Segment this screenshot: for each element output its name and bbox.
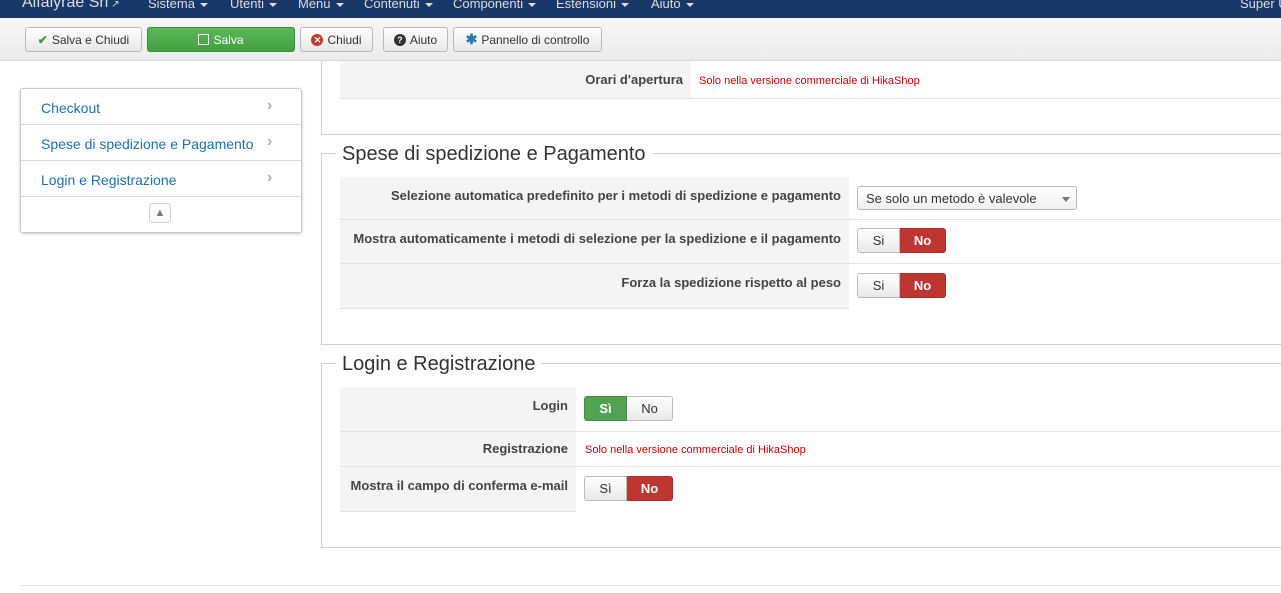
row-divider	[576, 466, 1281, 467]
menu-label: Sistema	[148, 0, 195, 11]
force-weight-yes-button[interactable]: Si	[857, 273, 900, 298]
menu-utenti[interactable]: Utenti	[230, 0, 277, 11]
opening-hours-label-cell: Orari d'apertura	[340, 61, 691, 99]
show-methods-label-cell: Mostra automaticamente i metodi di selez…	[340, 220, 849, 264]
site-brand-label: Alfalyrae Srl	[22, 0, 109, 11]
menu-contenuti[interactable]: Contenuti	[364, 0, 433, 11]
auto-select-label: Selezione automatica predefinito per i m…	[390, 188, 841, 203]
close-circle-icon: ✕	[311, 33, 324, 46]
asterisk-icon: ✱	[465, 31, 478, 47]
caret-down-icon	[620, 2, 629, 7]
commercial-only-note: Solo nella versione commerciale di HikaS…	[585, 444, 806, 456]
caret-down-icon	[528, 2, 537, 7]
dropdown-value: Se solo un metodo è valevole	[866, 191, 1037, 206]
action-toolbar: ✔ Salva e Chiudi Salva ✕ Chiudi ? Aiuto …	[0, 18, 1281, 61]
check-icon: ✔	[37, 32, 48, 47]
row-divider	[849, 219, 1281, 220]
confirm-email-yes-button[interactable]: Sì	[584, 476, 627, 501]
help-label: Aiuto	[409, 32, 438, 47]
section-sidebar: Checkout › Spese di spedizione e Pagamen…	[20, 88, 302, 233]
save-close-button[interactable]: ✔ Salva e Chiudi	[25, 27, 142, 52]
sidebar-collapse-button[interactable]: ▲	[149, 203, 171, 223]
row-divider	[691, 98, 1281, 99]
help-button[interactable]: ? Aiuto	[383, 27, 448, 52]
confirm-email-toggle: Sì No	[584, 476, 673, 501]
menu-aiuto[interactable]: Aiuto	[651, 0, 694, 11]
caret-down-icon	[199, 2, 208, 7]
opening-hours-label: Orari d'apertura	[585, 72, 683, 87]
sidebar-item-label: Spese di spedizione e Pagamento	[41, 136, 254, 152]
show-methods-yes-button[interactable]: Si	[857, 228, 900, 253]
save-button[interactable]: Salva	[147, 27, 295, 52]
force-weight-label-cell: Forza la spedizione rispetto al peso	[340, 264, 849, 309]
caret-down-icon	[685, 2, 694, 7]
caret-down-icon	[335, 2, 344, 7]
auto-select-label-cell: Selezione automatica predefinito per i m…	[340, 177, 849, 220]
save-close-label: Salva e Chiudi	[51, 32, 130, 47]
confirm-email-label-cell: Mostra il campo di conferma e-mail	[340, 467, 576, 512]
caret-down-icon	[268, 2, 277, 7]
registration-label: Registrazione	[482, 441, 568, 456]
row-divider	[849, 263, 1281, 264]
external-link-icon: ↗	[111, 0, 120, 10]
menu-label: Contenuti	[364, 0, 420, 11]
shipping-payment-legend: Spese di spedizione e Pagamento	[336, 143, 652, 166]
question-icon: ?	[393, 33, 406, 46]
login-toggle: Sì No	[584, 396, 673, 421]
confirm-email-label: Mostra il campo di conferma e-mail	[350, 478, 568, 493]
auto-select-dropdown[interactable]: Se solo un metodo è valevole	[857, 186, 1077, 210]
login-label-cell: Login	[340, 387, 576, 432]
control-panel-label: Pannello di controllo	[481, 32, 590, 47]
footer-divider	[20, 585, 1281, 586]
sidebar-item-label: Checkout	[41, 100, 101, 116]
show-methods-label: Mostra automaticamente i metodi di selez…	[353, 231, 841, 246]
sidebar-item-label: Login e Registrazione	[41, 172, 177, 188]
sidebar-item-checkout[interactable]: Checkout ›	[21, 89, 301, 125]
control-panel-button[interactable]: ✱ Pannello di controllo	[453, 27, 602, 52]
login-no-button[interactable]: No	[627, 396, 673, 421]
chevron-right-icon: ›	[267, 97, 273, 114]
confirm-email-no-button[interactable]: No	[627, 476, 673, 501]
force-weight-label: Forza la spedizione rispetto al peso	[621, 275, 841, 290]
sidebar-item-shipping-payment[interactable]: Spese di spedizione e Pagamento ›	[21, 125, 301, 161]
caret-down-icon	[424, 2, 433, 7]
force-weight-no-button[interactable]: No	[900, 273, 946, 298]
show-methods-no-button[interactable]: No	[900, 228, 946, 253]
save-label: Salva	[213, 32, 244, 47]
menu-componenti[interactable]: Componenti	[453, 0, 537, 11]
sidebar-item-login-registration[interactable]: Login e Registrazione ›	[21, 161, 301, 197]
chevron-right-icon: ›	[267, 169, 273, 186]
commercial-only-note: Solo nella versione commerciale di HikaS…	[699, 75, 920, 87]
eject-icon: ▲	[154, 207, 166, 219]
login-label: Login	[532, 398, 568, 413]
close-button[interactable]: ✕ Chiudi	[300, 27, 373, 52]
close-label: Chiudi	[327, 32, 362, 47]
chevron-right-icon: ›	[267, 133, 273, 150]
user-menu[interactable]: Super U	[1240, 0, 1281, 11]
top-navbar: Alfalyrae Srl ↗ Sistema Utenti Menu Conte…	[0, 0, 1281, 18]
menu-label: Aiuto	[651, 0, 681, 11]
force-weight-toggle: Si No	[857, 273, 946, 298]
shipping-payment-fieldset: Spese di spedizione e Pagamento Selezion…	[321, 143, 1281, 345]
show-methods-toggle: Si No	[857, 228, 946, 253]
menu-label: Componenti	[453, 0, 524, 11]
menu-estensioni[interactable]: Estensioni	[556, 0, 629, 11]
menu-sistema[interactable]: Sistema	[148, 0, 208, 11]
menu-menu[interactable]: Menu	[298, 0, 344, 11]
menu-label: Estensioni	[556, 0, 616, 11]
row-divider	[576, 431, 1281, 432]
login-registration-legend: Login e Registrazione	[336, 353, 542, 376]
site-brand-link[interactable]: Alfalyrae Srl ↗	[22, 0, 120, 12]
registration-label-cell: Registrazione	[340, 432, 576, 467]
menu-label: Menu	[298, 0, 331, 11]
caret-down-icon	[1062, 197, 1070, 202]
login-yes-button[interactable]: Sì	[584, 396, 627, 421]
login-registration-fieldset: Login e Registrazione Login Sì No Regist…	[321, 353, 1281, 548]
previous-fieldset: Orari d'apertura Solo nella versione com…	[321, 61, 1281, 135]
menu-label: Utenti	[230, 0, 264, 11]
edit-icon	[198, 34, 210, 45]
